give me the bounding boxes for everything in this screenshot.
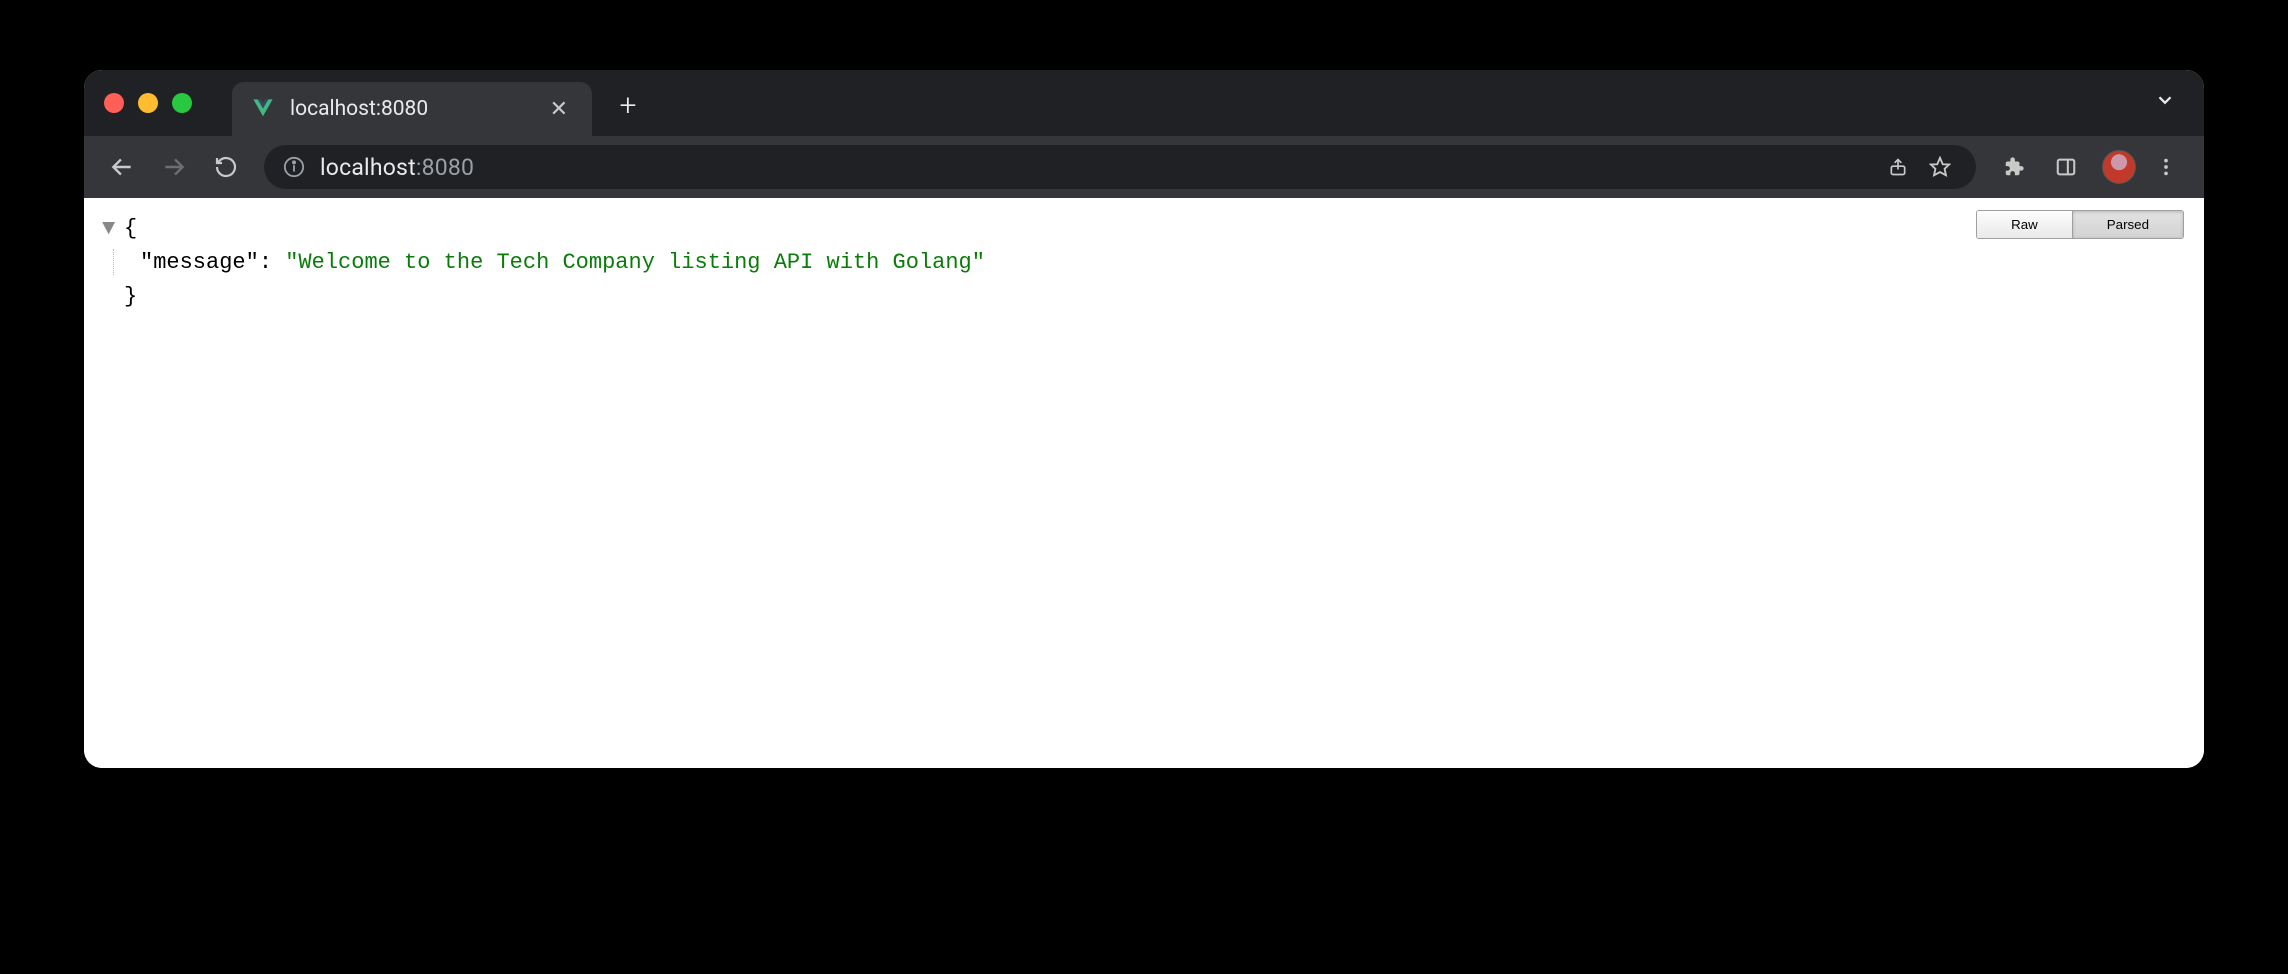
side-panel-icon[interactable] — [2044, 145, 2088, 189]
json-key: "message" — [140, 250, 259, 275]
share-icon[interactable] — [1880, 149, 1916, 185]
json-string-value: "Welcome to the Tech Company listing API… — [285, 250, 985, 275]
address-bar[interactable]: localhost:8080 — [264, 145, 1976, 189]
browser-tab[interactable]: localhost:8080 ✕ — [232, 82, 592, 136]
url-text: localhost:8080 — [320, 154, 474, 181]
window-controls — [104, 93, 192, 113]
back-button[interactable] — [100, 145, 144, 189]
toolbar: localhost:8080 — [84, 136, 2204, 198]
tab-chevron-down-icon[interactable] — [2154, 89, 2176, 117]
raw-mode-button[interactable]: Raw — [1977, 211, 2072, 238]
new-tab-button[interactable]: + — [610, 87, 646, 123]
extensions-icon[interactable] — [1992, 145, 2036, 189]
json-colon: : — [259, 250, 272, 275]
json-viewer: ▼{ "message": "Welcome to the Tech Compa… — [102, 212, 2186, 314]
collapse-toggle-icon[interactable]: ▼ — [102, 212, 120, 246]
tab-strip: localhost:8080 ✕ + — [84, 70, 2204, 136]
kebab-menu-icon[interactable] — [2144, 145, 2188, 189]
profile-avatar[interactable] — [2102, 150, 2136, 184]
omnibox-actions — [1880, 149, 1958, 185]
url-host: localhost — [320, 154, 416, 181]
json-open-brace: { — [124, 216, 137, 241]
parsed-mode-button[interactable]: Parsed — [2072, 211, 2183, 238]
tab-title: localhost:8080 — [290, 97, 532, 121]
reload-button[interactable] — [204, 145, 248, 189]
site-info-icon[interactable] — [282, 155, 306, 179]
tree-indent-guide — [113, 249, 114, 275]
close-window-button[interactable] — [104, 93, 124, 113]
url-port: :8080 — [416, 154, 474, 181]
json-close-brace: } — [124, 284, 137, 309]
page-content: Raw Parsed ▼{ "message": "Welcome to the… — [84, 198, 2204, 768]
minimize-window-button[interactable] — [138, 93, 158, 113]
forward-button[interactable] — [152, 145, 196, 189]
view-mode-toggle: Raw Parsed — [1976, 210, 2184, 239]
close-tab-icon[interactable]: ✕ — [546, 93, 572, 126]
browser-window: localhost:8080 ✕ + localhost:8080 — [84, 70, 2204, 768]
vue-favicon-icon — [250, 96, 276, 122]
fullscreen-window-button[interactable] — [172, 93, 192, 113]
bookmark-star-icon[interactable] — [1922, 149, 1958, 185]
